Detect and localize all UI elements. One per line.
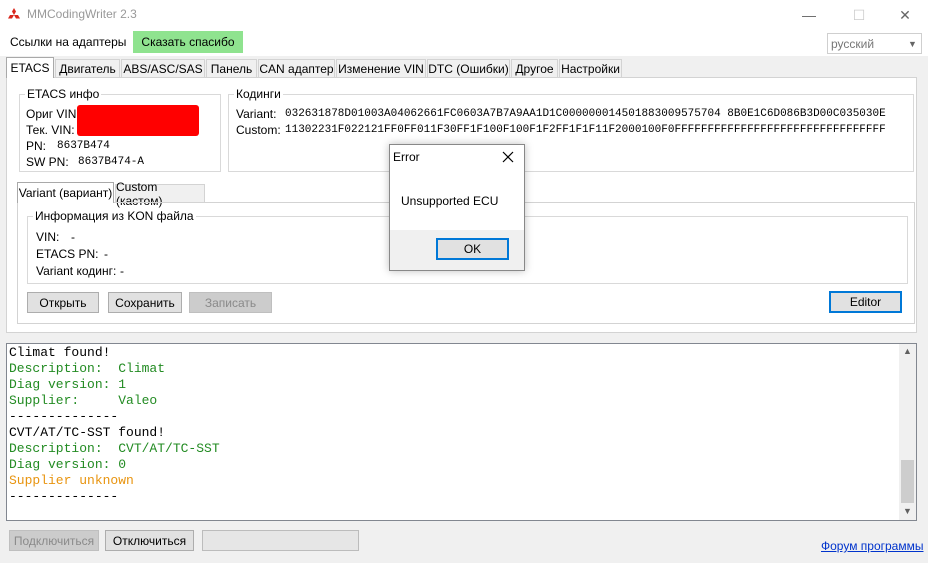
save-button[interactable]: Сохранить [108, 292, 182, 313]
scrollbar-thumb[interactable] [901, 460, 914, 503]
log-line: Supplier unknown [9, 473, 134, 488]
kon-etacs-pn-label: ETACS PN: [36, 247, 99, 261]
custom-coding-label: Custom: [236, 123, 281, 137]
log-output[interactable]: Climat found! Description: Climat Diag v… [6, 343, 917, 521]
vin-redaction [77, 105, 199, 136]
mitsubishi-logo-icon [8, 8, 20, 19]
log-line: -------------- [9, 409, 119, 424]
etacs-info-legend: ETACS инфо [25, 87, 102, 101]
codings-legend: Кодинги [234, 87, 283, 101]
pn-label: PN: [26, 139, 47, 153]
swpn-label: SW PN: [26, 155, 69, 169]
tab-vin-change[interactable]: Изменение VIN [336, 59, 426, 77]
maximize-button[interactable]: ☐ [836, 0, 882, 30]
log-line: Diag version: 1 [9, 377, 127, 392]
kon-info-legend: Информация из KON файла [33, 209, 196, 223]
variant-coding-value[interactable]: 032631878D01003A04062661FC0603A7B7A9AA1D… [285, 108, 912, 120]
orig-vin-label: Ориг VIN: [26, 107, 80, 121]
tab-can-adapter[interactable]: CAN адаптер [258, 59, 335, 77]
forum-link[interactable]: Форум программы [821, 539, 923, 553]
dialog-close-icon[interactable] [502, 151, 514, 163]
log-line: CVT/AT/TC-SST found! [9, 425, 166, 440]
tab-engine[interactable]: Двигатель [55, 59, 120, 77]
subtab-custom[interactable]: Custom (кастом) [115, 180, 205, 208]
write-button[interactable]: Записать [189, 292, 272, 313]
language-value: русский [831, 37, 875, 51]
open-button[interactable]: Открыть [27, 292, 99, 313]
tab-etacs[interactable]: ETACS [6, 57, 54, 78]
ok-button[interactable]: OK [436, 238, 509, 260]
close-button[interactable]: ✕ [882, 0, 928, 30]
kon-vin-value: - [71, 230, 75, 244]
thanks-button[interactable]: Сказать спасибо [133, 31, 243, 53]
minimize-button[interactable]: — [786, 0, 832, 30]
log-line: Supplier: Valeo [9, 393, 158, 408]
disconnect-button[interactable]: Отключиться [105, 530, 194, 551]
kon-variant-label: Variant кодинг: [36, 264, 117, 278]
kon-etacs-pn-value: - [104, 247, 108, 261]
log-line: -------------- [9, 489, 119, 504]
chevron-down-icon: ▼ [908, 38, 917, 49]
kon-variant-value: - [120, 264, 124, 278]
chevron-up-icon[interactable]: ▲ [903, 346, 912, 356]
custom-coding-value[interactable]: 11302231F022121FF0FF011F30FF1F100F100F1F… [285, 124, 912, 136]
pn-value: 8637B474 [57, 140, 110, 152]
tab-panel[interactable]: Панель [206, 59, 257, 77]
log-line: Description: CVT/AT/TC-SST [9, 441, 220, 456]
tab-settings[interactable]: Настройки [559, 59, 622, 77]
log-line: Diag version: 0 [9, 457, 127, 472]
tab-dtc[interactable]: DTC (Ошибки) [427, 59, 510, 77]
dialog-message: Unsupported ECU [401, 194, 499, 208]
subtab-variant[interactable]: Variant (вариант) [17, 182, 114, 203]
window-title: MMCodingWriter 2.3 [27, 7, 137, 21]
kon-vin-label: VIN: [36, 230, 60, 244]
chevron-down-icon[interactable]: ▼ [903, 506, 912, 516]
log-line: Climat found! [9, 345, 111, 360]
connect-button[interactable]: Подключиться [9, 530, 99, 551]
progress-bar [202, 530, 359, 551]
log-scrollbar[interactable]: ▲ ▼ [899, 344, 916, 520]
language-select[interactable]: русский ▼ [827, 33, 922, 54]
cur-vin-label: Тек. VIN: [26, 123, 75, 137]
editor-button[interactable]: Editor [829, 291, 902, 313]
log-line: Description: Climat [9, 361, 166, 376]
swpn-value: 8637B474-A [78, 156, 145, 168]
error-dialog: Error Unsupported ECU OK [389, 144, 525, 271]
tab-abs[interactable]: ABS/ASC/SAS [121, 59, 205, 77]
variant-coding-label: Variant: [236, 107, 277, 121]
dialog-title: Error [393, 150, 420, 164]
adapters-link[interactable]: Ссылки на адаптеры [10, 35, 126, 49]
tab-other[interactable]: Другое [511, 59, 558, 77]
